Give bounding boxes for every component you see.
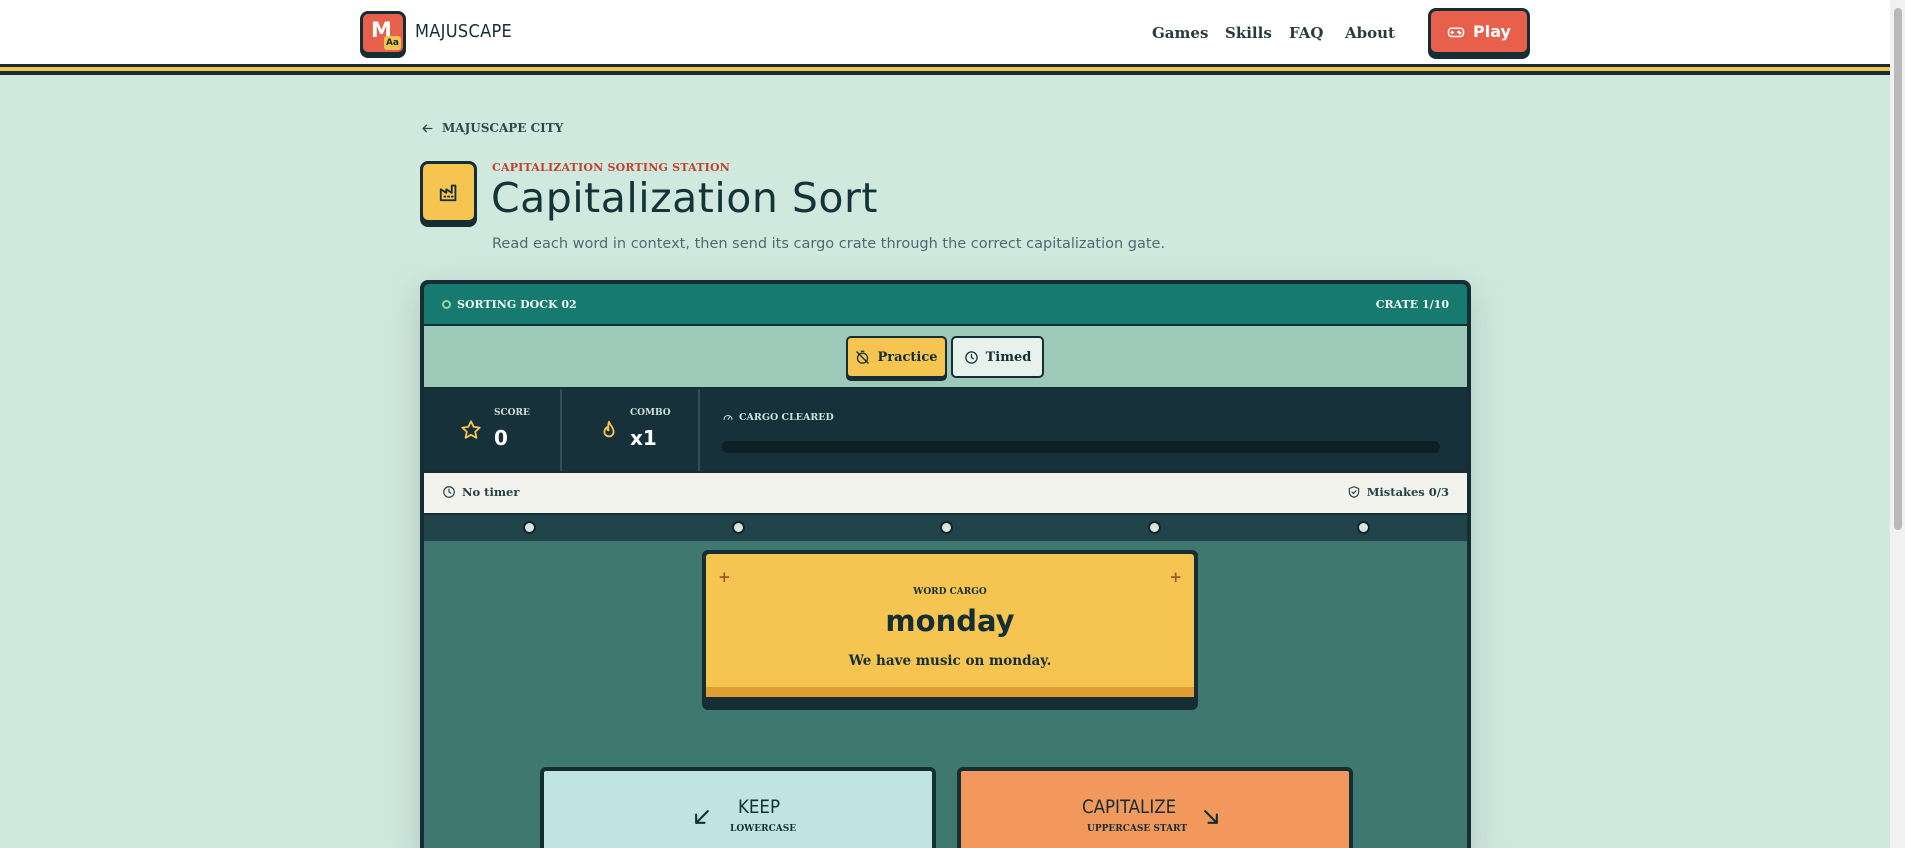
nav-faq[interactable]: FAQ <box>1289 24 1323 42</box>
page-eyebrow: CAPITALIZATION SORTING STATION <box>492 161 730 174</box>
rail-bolt <box>940 521 953 534</box>
sorting-floor: + + WORD CARGO monday We have music on m… <box>424 541 1467 848</box>
game-panel: SORTING DOCK 02 CRATE 1/10 Practice Time… <box>420 280 1471 848</box>
crate-sentence: We have music on monday. <box>848 653 1052 669</box>
timed-mode-button[interactable]: Timed <box>951 336 1044 378</box>
rail-bolt <box>1148 521 1161 534</box>
nav-about[interactable]: About <box>1345 24 1395 42</box>
conveyor-rail <box>424 515 1467 541</box>
combo-value: x1 <box>630 426 657 450</box>
arrow-down-left-icon <box>695 810 709 824</box>
shield-check-icon <box>1348 486 1359 498</box>
clock-icon <box>443 486 455 498</box>
cargo-progress-bar <box>722 441 1440 453</box>
breadcrumb-label: MAJUSCAPE CITY <box>442 121 564 135</box>
crate-lip <box>706 687 1194 697</box>
stats-bar: SCORE 0 COMBO x1 CARGO CLEARED <box>424 389 1467 471</box>
rail-bolt <box>1357 521 1370 534</box>
capitalize-gate[interactable]: CAPITALIZE UPPERCASE START <box>957 767 1353 848</box>
crate-label: WORD CARGO <box>913 587 987 597</box>
timer-off-icon <box>856 350 870 364</box>
practice-label: Practice <box>877 349 938 365</box>
keep-lowercase-gate[interactable]: KEEP LOWERCASE <box>540 767 936 848</box>
keep-gate-title: KEEP <box>738 797 780 818</box>
dock-label: SORTING DOCK 02 <box>442 298 577 311</box>
rail-bolt <box>732 521 745 534</box>
arrow-down-right-icon <box>1204 810 1218 824</box>
page-scrollbar[interactable] <box>1890 0 1905 848</box>
word-crate[interactable]: + + WORD CARGO monday We have music on m… <box>702 550 1198 710</box>
combo-stat: COMBO x1 <box>564 389 700 471</box>
scrollbar-thumb[interactable] <box>1894 8 1902 530</box>
crate-counter: CRATE 1/10 <box>1375 298 1449 311</box>
page-title: Capitalization Sort <box>491 174 878 222</box>
timed-label: Timed <box>985 349 1032 365</box>
status-dot-icon <box>442 300 451 309</box>
gamepad-icon <box>1447 27 1465 37</box>
score-label: SCORE <box>494 408 530 418</box>
mistakes-text: Mistakes 0/3 <box>1366 485 1449 499</box>
timer-text: No timer <box>462 485 520 499</box>
score-stat: SCORE 0 <box>424 389 562 471</box>
mistakes-status: Mistakes 0/3 <box>1347 485 1449 499</box>
combo-label: COMBO <box>630 408 671 418</box>
info-bar: No timer Mistakes 0/3 <box>424 473 1467 513</box>
play-button[interactable]: Play <box>1428 8 1530 55</box>
page-subtitle: Read each word in context, then send its… <box>492 236 1166 252</box>
clock-icon <box>964 350 978 364</box>
keep-gate-subtitle: LOWERCASE <box>730 824 797 834</box>
cargo-cleared-text: CARGO CLEARED <box>739 411 834 423</box>
capitalize-gate-title: CAPITALIZE <box>1082 797 1177 818</box>
crate-face: + + WORD CARGO monday We have music on m… <box>706 554 1194 697</box>
score-value: 0 <box>494 426 508 450</box>
brand-name[interactable]: MAJUSCAPE <box>415 21 512 42</box>
crate-word: monday <box>885 604 1015 638</box>
flame-icon <box>603 420 615 438</box>
star-icon <box>461 420 481 439</box>
nav-skills[interactable]: Skills <box>1225 24 1272 42</box>
gauge-icon <box>723 415 733 420</box>
capitalize-gate-subtitle: UPPERCASE START <box>1087 824 1188 834</box>
nav-games[interactable]: Games <box>1152 24 1208 42</box>
rail-bolt <box>523 521 536 534</box>
arrow-left-icon <box>422 124 433 132</box>
play-label: Play <box>1473 22 1511 41</box>
factory-icon <box>420 161 477 223</box>
site-header: M Aa MAJUSCAPE Games Skills FAQ About Pl… <box>0 0 1890 66</box>
mode-selector: Practice Timed <box>424 326 1467 387</box>
logo-badge: Aa <box>384 36 401 50</box>
cargo-cleared-label: CARGO CLEARED <box>722 411 834 423</box>
crate-bolt-icon: + <box>1169 568 1182 586</box>
crate-bolt-icon: + <box>718 568 731 586</box>
dock-name: SORTING DOCK 02 <box>457 298 577 311</box>
majuscape-logo[interactable]: M Aa <box>360 11 406 55</box>
breadcrumb[interactable]: MAJUSCAPE CITY <box>421 121 563 135</box>
practice-mode-button[interactable]: Practice <box>846 336 947 378</box>
header-divider <box>0 64 1890 75</box>
game-topbar: SORTING DOCK 02 CRATE 1/10 <box>424 284 1467 324</box>
timer-status: No timer <box>442 485 519 499</box>
